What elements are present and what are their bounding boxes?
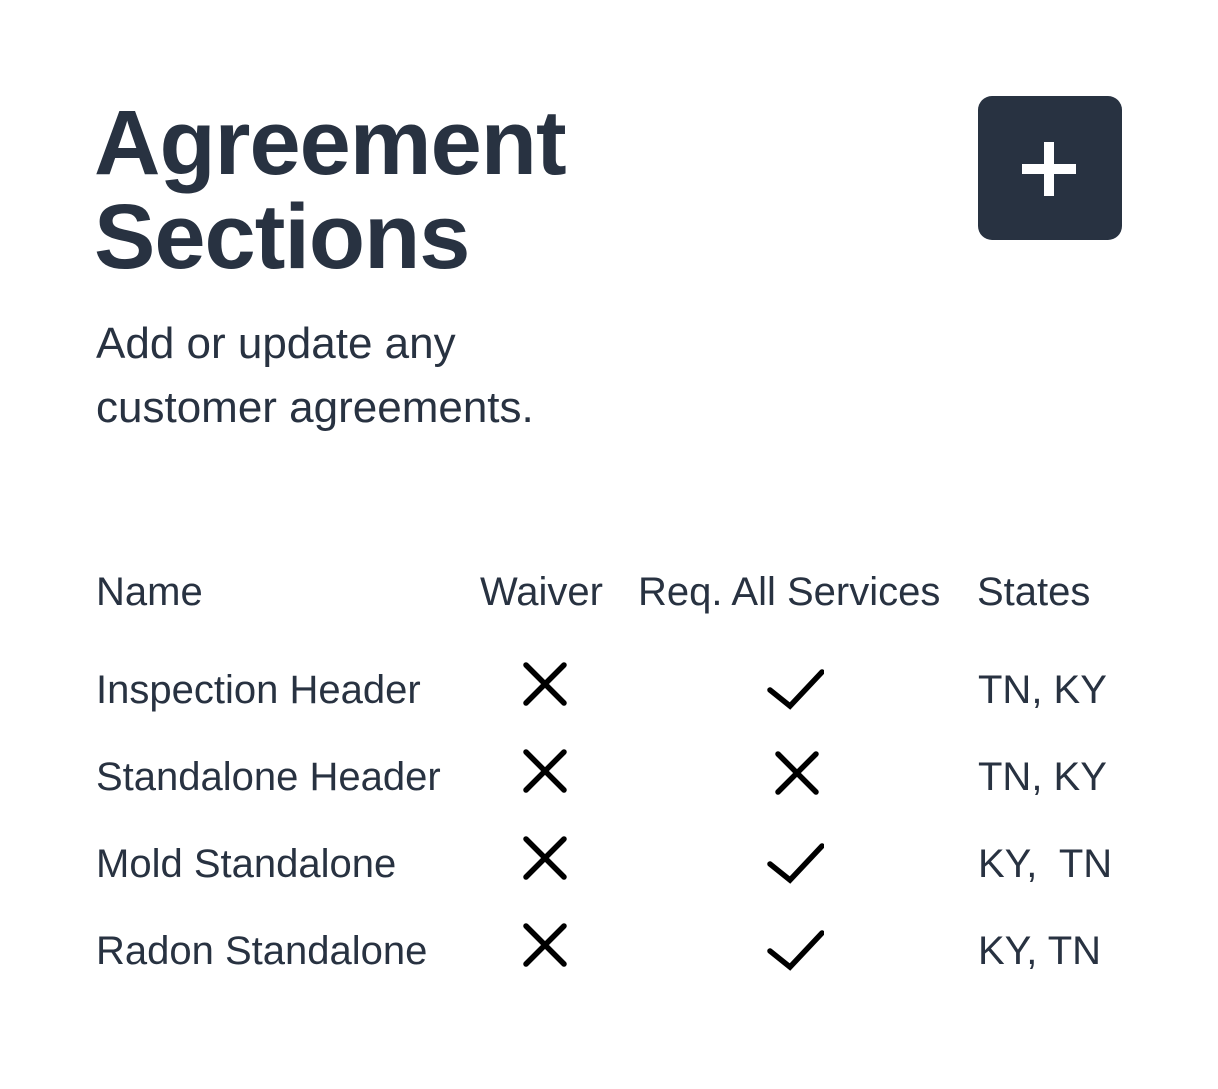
waiver-x-icon: [516, 739, 576, 803]
row-states: TN, KY: [978, 668, 1107, 712]
req-all-services-check-icon: [764, 658, 824, 722]
agreement-sections-table: Name Waiver Req. All Services States Ins…: [96, 560, 1126, 1006]
page-title-line-1: Agreement: [94, 92, 567, 194]
page-subtitle-line-1: Add or update any: [96, 319, 456, 368]
table-body: Inspection Header TN, KY Standalone Header…: [96, 658, 1126, 1006]
row-states: TN, KY: [978, 755, 1107, 799]
plus-icon: [1022, 142, 1076, 196]
row-name: Mold Standalone: [96, 842, 397, 886]
page-subtitle: Add or update any customer agreements.: [96, 312, 616, 440]
column-header-waiver[interactable]: Waiver: [480, 560, 603, 624]
column-header-name[interactable]: Name: [96, 560, 203, 624]
table-row[interactable]: Mold Standalone KY, TN: [96, 832, 1126, 919]
column-header-req-all-services[interactable]: Req. All Services: [638, 560, 940, 624]
waiver-x-icon: [516, 652, 576, 716]
page-title: Agreement Sections: [94, 92, 567, 288]
waiver-x-icon: [516, 826, 576, 890]
row-name: Radon Standalone: [96, 929, 428, 973]
row-name: Inspection Header: [96, 668, 421, 712]
table-row[interactable]: Inspection Header TN, KY: [96, 658, 1126, 745]
req-all-services-check-icon: [764, 832, 824, 896]
add-section-button[interactable]: [978, 96, 1122, 240]
table-row[interactable]: Standalone Header TN, KY: [96, 745, 1126, 832]
row-name: Standalone Header: [96, 755, 441, 799]
page-title-line-2: Sections: [94, 186, 470, 288]
table-row[interactable]: Radon Standalone KY, TN: [96, 919, 1126, 1006]
row-states: KY, TN: [978, 842, 1113, 886]
table-header: Name Waiver Req. All Services States: [96, 560, 1126, 642]
req-all-services-x-icon: [768, 741, 828, 805]
req-all-services-check-icon: [764, 919, 824, 983]
page-subtitle-line-2: customer agreements.: [96, 383, 534, 432]
column-header-states[interactable]: States: [977, 560, 1090, 624]
waiver-x-icon: [516, 913, 576, 977]
row-states: KY, TN: [978, 929, 1102, 973]
